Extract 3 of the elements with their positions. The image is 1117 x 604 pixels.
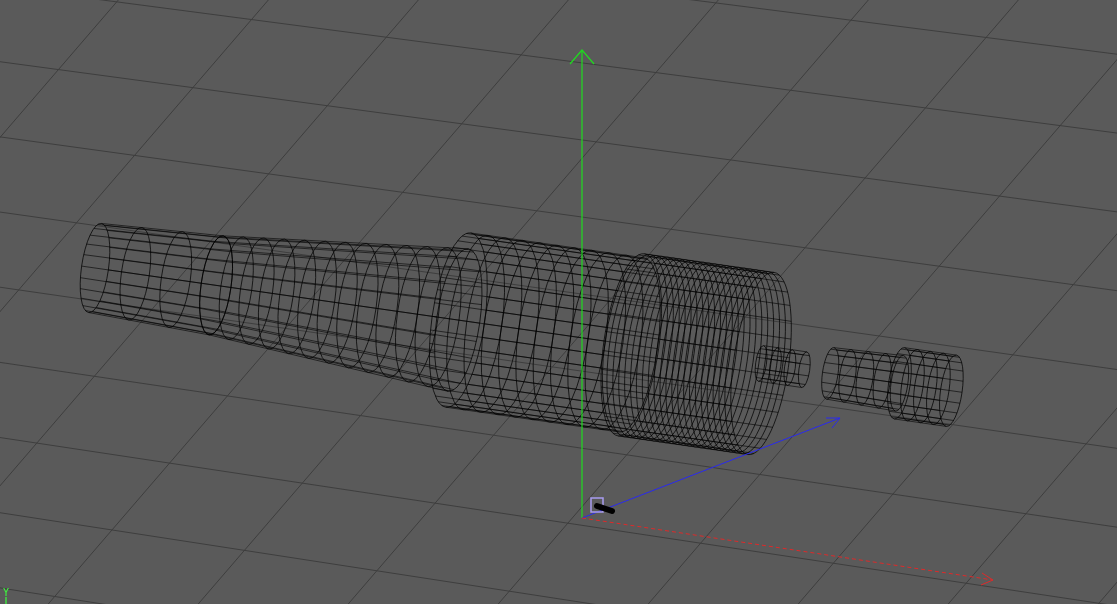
axis-indicator-line: [5, 596, 7, 604]
gizmo-icon[interactable]: [590, 497, 615, 514]
axis-label: Y: [3, 588, 10, 598]
